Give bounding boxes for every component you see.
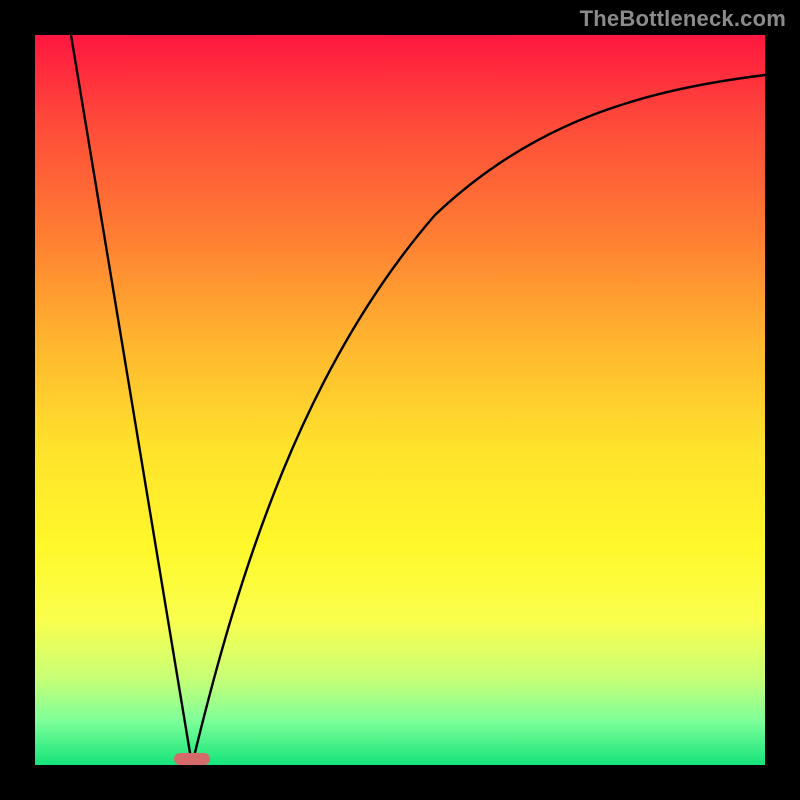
optimum-marker [174, 753, 210, 765]
curve-left-branch [71, 35, 192, 765]
curve-right-branch [192, 75, 765, 765]
bottleneck-curve [35, 35, 765, 765]
chart-frame: TheBottleneck.com [0, 0, 800, 800]
plot-area [35, 35, 765, 765]
watermark-text: TheBottleneck.com [580, 6, 786, 32]
